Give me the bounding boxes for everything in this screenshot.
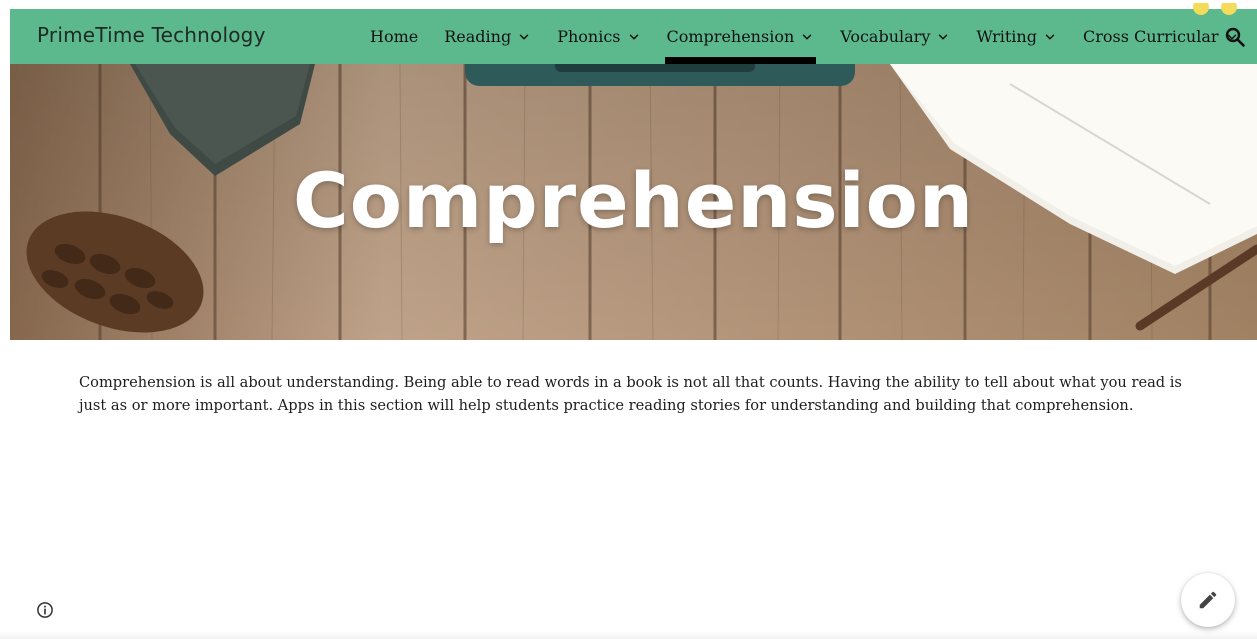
nav-item-label: Phonics	[557, 27, 621, 46]
chevron-down-icon[interactable]	[1043, 30, 1057, 44]
nav-item-home[interactable]: Home	[370, 9, 418, 64]
nav-item-vocabulary[interactable]: Vocabulary	[840, 9, 950, 64]
chevron-down-icon[interactable]	[627, 30, 641, 44]
decorative-dots	[1193, 3, 1237, 15]
nav-item-label: Writing	[976, 27, 1037, 46]
search-icon[interactable]	[1223, 25, 1247, 49]
nav-item-label: Cross Curricular	[1082, 27, 1219, 46]
nav-item-cross-curricular[interactable]: Cross Curricular	[1083, 9, 1239, 64]
bottom-shadow	[0, 631, 1257, 639]
nav-item-label: Reading	[444, 27, 512, 46]
intro-paragraph: Comprehension is all about understanding…	[79, 374, 1182, 414]
page: PrimeTime Technology Home Reading Phonic…	[0, 0, 1257, 639]
edit-button[interactable]	[1181, 573, 1235, 627]
chevron-down-icon[interactable]	[936, 30, 950, 44]
chevron-down-icon[interactable]	[800, 30, 814, 44]
nav-item-phonics[interactable]: Phonics	[557, 9, 640, 64]
nav-item-label: Vocabulary	[840, 27, 931, 46]
page-title: Comprehension	[293, 156, 974, 245]
nav-item-label: Comprehension	[666, 27, 795, 46]
nav-item-label: Home	[370, 27, 419, 46]
site-title[interactable]: PrimeTime Technology	[37, 23, 266, 47]
info-icon[interactable]	[36, 601, 54, 619]
chevron-down-icon[interactable]	[517, 30, 531, 44]
nav-item-reading[interactable]: Reading	[444, 9, 531, 64]
nav-item-writing[interactable]: Writing	[976, 9, 1057, 64]
hero-banner: Comprehension	[10, 64, 1257, 340]
nav-item-comprehension[interactable]: Comprehension	[664, 9, 816, 64]
top-navigation-bar: PrimeTime Technology Home Reading Phonic…	[10, 3, 1257, 64]
nav-menu: Home Reading Phonics Comprehension Vocab…	[370, 9, 1239, 64]
pencil-icon	[1199, 591, 1217, 609]
